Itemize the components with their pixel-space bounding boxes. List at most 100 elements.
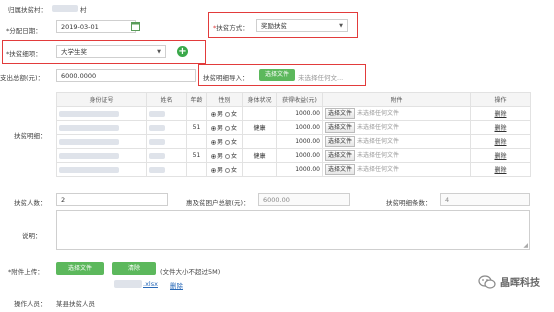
gender-male-label: 男 bbox=[217, 167, 224, 174]
gender-male-radio[interactable] bbox=[211, 126, 216, 131]
item-label: *扶贫细项： bbox=[6, 50, 42, 58]
add-item-button[interactable]: + bbox=[177, 46, 188, 57]
village-label: 归属扶贫村： bbox=[8, 6, 47, 14]
col-attachment: 附件 bbox=[322, 92, 471, 107]
income-cell: 1000.00 bbox=[276, 148, 323, 163]
table-row: 男女 1000.00 选择文件 未选择任何文件 删除 bbox=[56, 106, 531, 121]
item-select[interactable]: 大学生奖 ▼ bbox=[56, 45, 166, 58]
attachment-cell: 选择文件 未选择任何文件 bbox=[322, 134, 471, 149]
attachment-delete-link[interactable]: 删除 bbox=[170, 280, 183, 290]
action-cell: 删除 bbox=[470, 106, 531, 121]
attachment-cell: 选择文件 未选择任何文件 bbox=[322, 148, 471, 163]
count-field[interactable]: 2 bbox=[56, 193, 168, 206]
gender-male-radio[interactable] bbox=[211, 154, 216, 159]
detail-section-label: 扶贫明细： bbox=[14, 132, 47, 140]
col-gender: 性别 bbox=[206, 92, 243, 107]
total-field[interactable]: 6000.0000 bbox=[56, 69, 196, 82]
row-delete-link[interactable]: 删除 bbox=[494, 111, 506, 118]
attachment-file-link[interactable]: .xlsx bbox=[143, 280, 158, 288]
village-value-suffix: 村 bbox=[80, 6, 87, 14]
name-cell bbox=[146, 148, 187, 163]
gender-female-label: 女 bbox=[231, 153, 238, 160]
import-status: 未选择任何文... bbox=[298, 74, 344, 82]
age-cell bbox=[186, 134, 207, 149]
gender-female-radio[interactable] bbox=[225, 168, 231, 173]
age-cell: 51 bbox=[186, 148, 207, 163]
income-cell: 1000.00 bbox=[276, 162, 323, 177]
health-cell: 健康 bbox=[242, 120, 277, 135]
table-row: 51 男女健康 1000.00 选择文件 未选择任何文件 删除 bbox=[56, 120, 531, 135]
row-file-button[interactable]: 选择文件 bbox=[325, 122, 356, 133]
row-file-status: 未选择任何文件 bbox=[356, 138, 399, 145]
name-cell bbox=[146, 106, 187, 121]
distribution-date-value: 2019-03-01 bbox=[61, 23, 99, 31]
attachment-clear-button[interactable]: 清除 bbox=[112, 262, 156, 275]
health-cell: 健康 bbox=[242, 148, 277, 163]
gender-male-radio[interactable] bbox=[211, 140, 216, 145]
watermark: 晶晖科技 bbox=[478, 274, 540, 289]
gender-cell[interactable]: 男女 bbox=[206, 162, 243, 177]
action-cell: 删除 bbox=[470, 148, 531, 163]
count-label: 扶贫人数： bbox=[14, 199, 47, 207]
import-label: 扶贫明细导入： bbox=[203, 74, 249, 82]
row-file-button[interactable]: 选择文件 bbox=[325, 136, 356, 147]
detail-count-value: 4 bbox=[445, 196, 450, 204]
col-age: 年龄 bbox=[186, 92, 207, 107]
chevron-down-icon: ▼ bbox=[157, 49, 161, 55]
gender-female-radio[interactable] bbox=[225, 154, 231, 159]
gender-female-label: 女 bbox=[231, 111, 238, 118]
household-total-field: 6000.00 bbox=[258, 193, 350, 206]
col-name: 姓名 bbox=[146, 92, 187, 107]
name-cell bbox=[146, 162, 187, 177]
id-cell bbox=[56, 162, 147, 177]
wechat-icon bbox=[478, 274, 496, 289]
method-label: *扶贫方式： bbox=[213, 24, 249, 32]
notes-textarea[interactable]: ◢ bbox=[56, 210, 530, 250]
gender-cell[interactable]: 男女 bbox=[206, 120, 243, 135]
attachment-select-button[interactable]: 选择文件 bbox=[56, 262, 104, 275]
gender-male-radio[interactable] bbox=[211, 112, 216, 117]
village-value-redacted bbox=[52, 5, 78, 12]
gender-cell[interactable]: 男女 bbox=[206, 106, 243, 121]
name-cell bbox=[146, 120, 187, 135]
gender-female-label: 女 bbox=[231, 139, 238, 146]
gender-male-label: 男 bbox=[217, 139, 224, 146]
gender-cell[interactable]: 男女 bbox=[206, 134, 243, 149]
row-delete-link[interactable]: 删除 bbox=[494, 153, 506, 160]
plus-icon: + bbox=[178, 46, 187, 57]
row-delete-link[interactable]: 删除 bbox=[494, 125, 506, 132]
action-cell: 删除 bbox=[470, 120, 531, 135]
detail-count-field: 4 bbox=[440, 193, 530, 206]
row-delete-link[interactable]: 删除 bbox=[494, 167, 506, 174]
row-file-status: 未选择任何文件 bbox=[356, 110, 399, 117]
age-cell: 51 bbox=[186, 120, 207, 135]
id-cell bbox=[56, 148, 147, 163]
gender-female-radio[interactable] bbox=[225, 140, 231, 145]
row-delete-link[interactable]: 删除 bbox=[494, 139, 506, 146]
row-file-status: 未选择任何文件 bbox=[356, 124, 399, 131]
table-header-row: 身份证号 姓名 年龄 性别 身体状况 获得收益(元) 附件 操作 bbox=[56, 92, 531, 107]
health-cell bbox=[242, 162, 277, 177]
calendar-icon[interactable] bbox=[131, 22, 140, 31]
gender-female-radio[interactable] bbox=[225, 126, 231, 131]
attachment-cell: 选择文件 未选择任何文件 bbox=[322, 162, 471, 177]
gender-male-label: 男 bbox=[217, 111, 224, 118]
resize-handle-icon[interactable]: ◢ bbox=[523, 242, 528, 249]
col-income: 获得收益(元) bbox=[276, 92, 323, 107]
row-file-button[interactable]: 选择文件 bbox=[325, 108, 356, 119]
gender-female-radio[interactable] bbox=[225, 112, 231, 117]
table-row: 男女 1000.00 选择文件 未选择任何文件 删除 bbox=[56, 162, 531, 177]
table-row: 51 男女健康 1000.00 选择文件 未选择任何文件 删除 bbox=[56, 148, 531, 163]
gender-female-label: 女 bbox=[231, 167, 238, 174]
income-cell: 1000.00 bbox=[276, 106, 323, 121]
distribution-date-field[interactable]: 2019-03-01 bbox=[56, 20, 136, 33]
method-select[interactable]: 奖励扶贫 ▼ bbox=[256, 19, 348, 32]
row-file-status: 未选择任何文件 bbox=[356, 166, 399, 173]
gender-male-radio[interactable] bbox=[211, 168, 216, 173]
import-file-button[interactable]: 选择文件 bbox=[259, 69, 295, 81]
attachment-cell: 选择文件 未选择任何文件 bbox=[322, 120, 471, 135]
row-file-button[interactable]: 选择文件 bbox=[325, 164, 356, 175]
row-file-button[interactable]: 选择文件 bbox=[325, 150, 356, 161]
gender-male-label: 男 bbox=[217, 153, 224, 160]
gender-cell[interactable]: 男女 bbox=[206, 148, 243, 163]
